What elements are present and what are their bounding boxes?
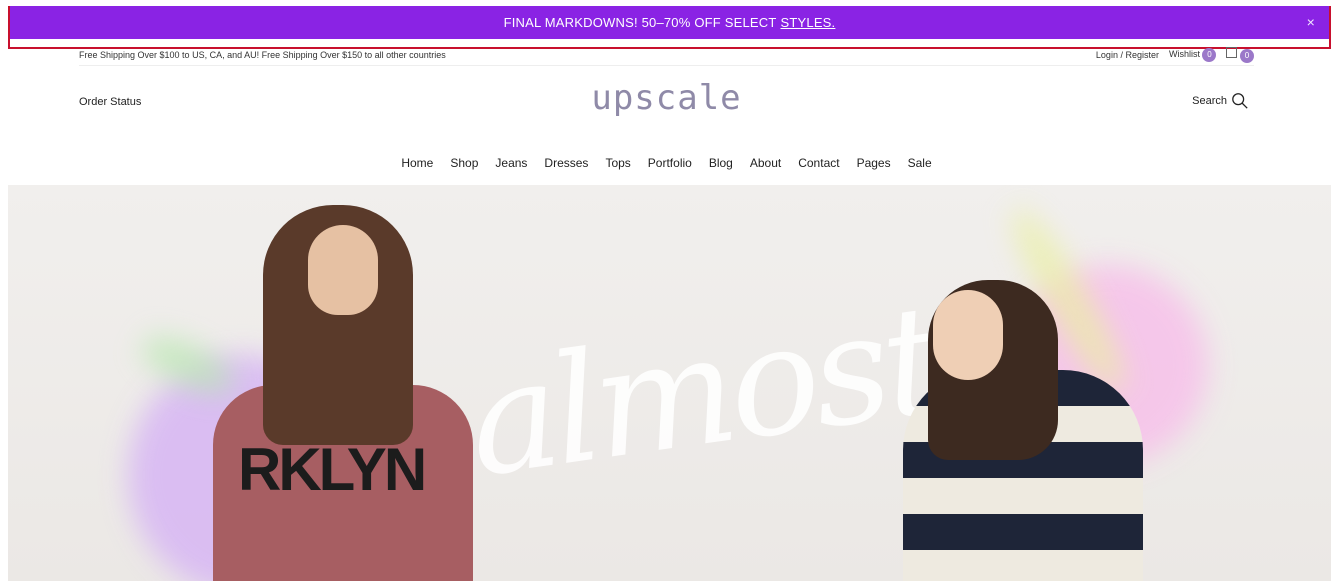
promo-banner: FINAL MARKDOWNS! 50–70% OFF SELECT STYLE… (8, 6, 1331, 39)
main-nav: Home Shop Jeans Dresses Tops Portfolio B… (0, 156, 1333, 170)
close-icon[interactable]: × (1307, 14, 1315, 30)
nav-item-blog[interactable]: Blog (709, 156, 733, 170)
model-right-face (933, 290, 1003, 380)
nav-item-about[interactable]: About (750, 156, 781, 170)
nav-item-pages[interactable]: Pages (857, 156, 891, 170)
promo-text: FINAL MARKDOWNS! 50–70% OFF SELECT (503, 15, 777, 30)
nav-item-portfolio[interactable]: Portfolio (648, 156, 692, 170)
nav-item-dresses[interactable]: Dresses (544, 156, 588, 170)
site-logo[interactable]: upscale (0, 78, 1333, 118)
model-left-face (308, 225, 378, 315)
nav-item-contact[interactable]: Contact (798, 156, 839, 170)
search-button[interactable]: Search (1192, 92, 1249, 110)
wishlist-label: Wishlist (1168, 49, 1200, 59)
nav-item-tops[interactable]: Tops (605, 156, 630, 170)
search-label: Search (1192, 95, 1227, 107)
nav-item-shop[interactable]: Shop (450, 156, 478, 170)
search-icon (1232, 93, 1248, 109)
nav-item-sale[interactable]: Sale (908, 156, 932, 170)
wishlist-count-badge: 0 (1202, 48, 1217, 62)
nav-item-home[interactable]: Home (401, 156, 433, 170)
account-links: Login / Register Wishlist 0 0 (1096, 47, 1254, 63)
hero-banner[interactable]: almost RKLYN (8, 185, 1331, 581)
shipping-notice: Free Shipping Over $100 to US, CA, and A… (79, 50, 446, 60)
sweater-print: RKLYN (238, 436, 427, 503)
cart-icon (1226, 47, 1238, 58)
cart-count-badge: 0 (1240, 49, 1254, 63)
nav-item-jeans[interactable]: Jeans (495, 156, 527, 170)
cart-link[interactable]: 0 (1226, 47, 1254, 63)
promo-styles-link[interactable]: STYLES. (781, 15, 836, 30)
wishlist-link[interactable]: Wishlist 0 (1169, 48, 1217, 62)
top-bar: Free Shipping Over $100 to US, CA, and A… (79, 46, 1254, 64)
login-register-link[interactable]: Login / Register (1096, 50, 1159, 60)
hero-script-text: almost (458, 273, 950, 511)
topbar-divider (79, 65, 1254, 66)
